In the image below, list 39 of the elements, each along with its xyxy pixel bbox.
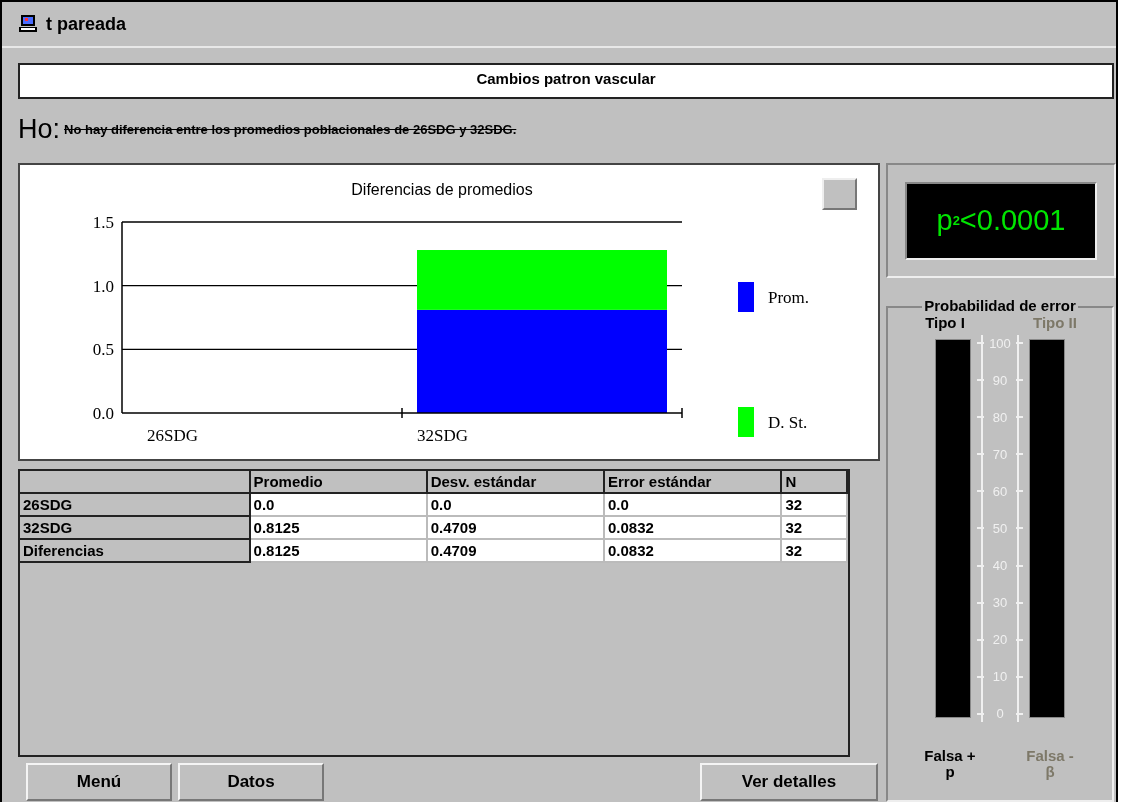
row-header: Diferencias [20,539,250,562]
table-cell: 0.4709 [426,539,604,562]
y-tick-label: 1.5 [92,213,114,232]
column-header: Promedio [249,471,427,493]
hypothesis-text: No hay diferencia entre los promedios poblacionales de 26SDG y 32SDG. [64,121,517,137]
row-header: 26SDG [20,493,250,516]
hypothesis-label: Ho: [18,113,61,145]
table-cell: 0.0 [604,493,782,516]
table-cell: 0.0832 [604,516,782,539]
legend-label: Prom. [768,288,810,307]
button[interactable]: Menú [26,763,172,801]
window-title: t pareada [46,13,127,35]
table-cell: 0.8125 [249,539,427,562]
button[interactable]: Ver detalles [700,763,878,801]
group-title: Probabilidad de error [922,297,1078,314]
meter-heading: Tipo I [924,314,966,331]
x-tick-label: 26SDG [147,426,198,445]
y-tick-label: 0.0 [92,404,114,423]
x-tick-label: 32SDG [417,426,468,445]
column-header: Desv. estándar [426,471,604,493]
row-header: 32SDG [20,516,250,539]
column-header: Error estándar [604,471,782,493]
table-cell: 0.4709 [426,516,604,539]
column-header: N [781,471,847,493]
meter-heading: Tipo II [1032,314,1078,331]
meter-footer: Falsa + p [910,748,990,780]
button[interactable]: Datos [178,763,324,801]
y-tick-label: 0.5 [92,340,114,360]
legend-label: D. St. [768,413,808,432]
chart-corner-button[interactable] [822,178,857,210]
table-cell: 0.8125 [249,516,427,539]
chart-title: Diferencias de promedios [351,181,533,198]
table-cell: 0.0832 [604,539,782,562]
header-title: Cambios patron vascular [18,63,1114,99]
y-tick-label: 1.0 [92,276,114,296]
table-cell: 0.0 [249,493,427,516]
computer-icon [18,14,38,34]
meter-footer: Falsa - β [1010,748,1090,780]
table-cell: 0.0 [426,493,604,516]
